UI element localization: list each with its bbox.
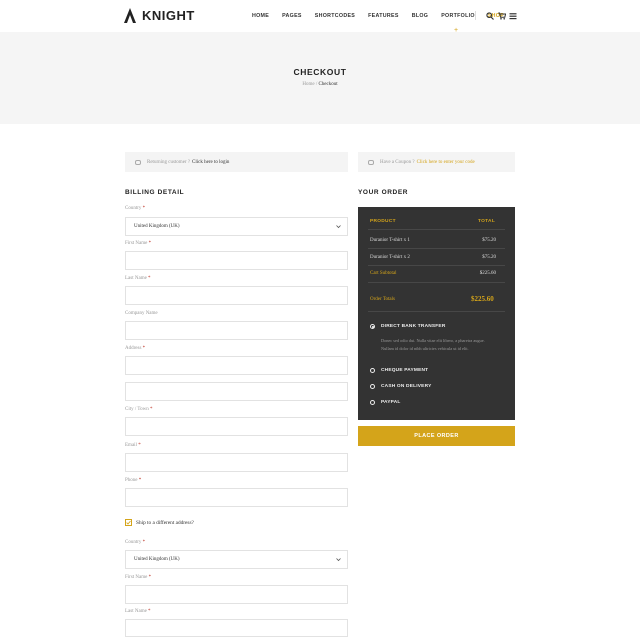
company-label: Company Name bbox=[125, 311, 158, 316]
page-title-band bbox=[0, 32, 640, 124]
nav-shortcodes[interactable]: SHORTCODES bbox=[315, 13, 355, 19]
city-input[interactable] bbox=[125, 417, 348, 436]
coupon-link[interactable]: Click here to enter your code bbox=[417, 160, 475, 165]
page-title: CHECKOUT bbox=[293, 67, 347, 77]
nav-features[interactable]: FEATURES bbox=[368, 13, 399, 19]
order-divider bbox=[368, 229, 505, 230]
breadcrumb: Home / Checkout bbox=[0, 82, 640, 87]
comment-icon bbox=[368, 159, 374, 165]
nav-home[interactable]: HOME bbox=[252, 13, 269, 19]
last-name-input[interactable] bbox=[125, 286, 348, 305]
email-input[interactable] bbox=[125, 453, 348, 472]
returning-customer-notice: Returning customer ? Click here to login bbox=[125, 152, 348, 172]
order-divider bbox=[368, 248, 505, 249]
chevron-down-icon bbox=[336, 558, 341, 562]
payment-bank-transfer-label[interactable]: DIRECT BANK TRANSFER bbox=[381, 324, 446, 329]
city-label: City / Town * bbox=[125, 407, 153, 412]
checkmark-icon bbox=[126, 520, 131, 525]
subtotal-value: $225.60 bbox=[479, 271, 496, 276]
nav-portfolio[interactable]: PORTFOLIO bbox=[441, 13, 475, 19]
order-item-name: Duranior T-shirt x 1 bbox=[370, 238, 410, 243]
menu-icon[interactable] bbox=[509, 12, 517, 20]
breadcrumb-home[interactable]: Home bbox=[302, 82, 314, 87]
col-total-header: TOTAL bbox=[478, 219, 496, 224]
bank-transfer-description: Donec sed odio dui. Nulla vitae elit lib… bbox=[381, 338, 485, 351]
address-line-1-input[interactable] bbox=[125, 356, 348, 375]
logo-text: KNIGHT bbox=[142, 8, 195, 23]
payment-cod-radio[interactable] bbox=[370, 384, 375, 389]
address-line-2-input[interactable] bbox=[125, 382, 348, 401]
ship-last-name-input[interactable] bbox=[125, 619, 348, 637]
order-total-label: Order Totals bbox=[370, 297, 395, 302]
billing-heading: BILLING DETAIL bbox=[125, 189, 185, 196]
order-divider bbox=[368, 282, 505, 283]
coupon-notice: Have a Coupon ? Click here to enter your… bbox=[358, 152, 515, 172]
ship-first-name-input[interactable] bbox=[125, 585, 348, 604]
payment-bank-transfer-radio[interactable] bbox=[370, 324, 375, 329]
search-icon[interactable] bbox=[486, 12, 494, 20]
ship-last-name-label: Last Name * bbox=[125, 609, 151, 614]
logo[interactable]: KNIGHT bbox=[124, 8, 195, 23]
cart-icon[interactable] bbox=[498, 12, 506, 20]
payment-paypal-radio[interactable] bbox=[370, 400, 375, 405]
email-label: Email * bbox=[125, 443, 141, 448]
returning-customer-text: Returning customer ? bbox=[147, 159, 191, 165]
last-name-label: Last Name * bbox=[125, 276, 151, 281]
payment-cod-label[interactable]: CASH ON DELIVERY bbox=[381, 384, 431, 389]
coupon-text: Have a Coupon ? bbox=[380, 159, 415, 165]
order-total-value: $225.60 bbox=[471, 295, 494, 303]
ship-first-name-label: First Name * bbox=[125, 575, 152, 580]
first-name-label: First Name * bbox=[125, 241, 152, 246]
phone-label: Phone * bbox=[125, 478, 142, 483]
main-nav: HOME PAGES SHORTCODES FEATURES BLOG PORT… bbox=[252, 13, 517, 19]
country-select[interactable]: United Kingdom (UK) bbox=[125, 217, 348, 236]
order-divider bbox=[368, 311, 505, 312]
nav-blog[interactable]: BLOG bbox=[412, 13, 429, 19]
nav-pages[interactable]: PAGES bbox=[282, 13, 302, 19]
payment-cheque-label[interactable]: CHEQUE PAYMENT bbox=[381, 368, 428, 373]
nav-divider bbox=[475, 11, 476, 20]
col-product-header: PRODUCT bbox=[370, 219, 396, 224]
country-label: Country * bbox=[125, 206, 146, 211]
payment-cheque-radio[interactable] bbox=[370, 368, 375, 373]
country-value: United Kingdom (UK) bbox=[134, 224, 180, 229]
logo-icon bbox=[124, 8, 136, 23]
breadcrumb-current: Checkout bbox=[318, 82, 338, 87]
address-label: Address * bbox=[125, 346, 146, 351]
phone-input[interactable] bbox=[125, 488, 348, 507]
order-heading: YOUR ORDER bbox=[358, 189, 409, 196]
ship-country-select[interactable]: United Kingdom (UK) bbox=[125, 550, 348, 569]
site-header: KNIGHT HOME PAGES SHORTCODES FEATURES BL… bbox=[0, 0, 640, 34]
login-link[interactable]: Click here to login bbox=[192, 160, 229, 165]
first-name-input[interactable] bbox=[125, 251, 348, 270]
company-input[interactable] bbox=[125, 321, 348, 340]
ship-different-checkbox[interactable] bbox=[125, 519, 132, 526]
order-item-price: $75.20 bbox=[482, 255, 496, 260]
subtotal-label: Cart Subtotal bbox=[370, 271, 397, 276]
order-item-name: Duranior T-shirt x 2 bbox=[370, 255, 410, 260]
payment-paypal-label[interactable]: PAYPAL bbox=[381, 400, 401, 405]
order-item-price: $75.20 bbox=[482, 238, 496, 243]
ship-different-label[interactable]: Ship to a different address? bbox=[136, 520, 194, 526]
place-order-button[interactable]: PLACE ORDER bbox=[358, 426, 515, 446]
comment-icon bbox=[135, 159, 141, 165]
ship-country-value: United Kingdom (UK) bbox=[134, 557, 180, 562]
ship-country-label: Country * bbox=[125, 540, 146, 545]
order-divider bbox=[368, 265, 505, 266]
chevron-down-icon bbox=[336, 225, 341, 229]
